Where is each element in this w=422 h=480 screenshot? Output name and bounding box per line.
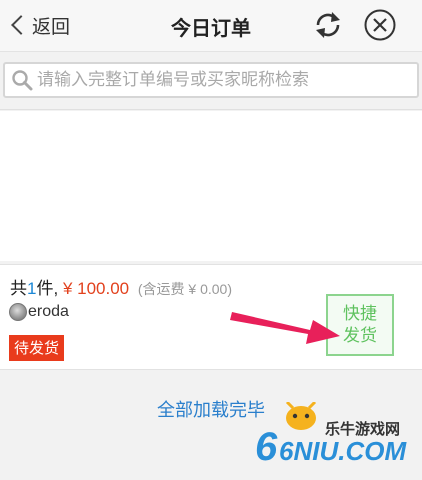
refresh-icon [316,12,340,38]
watermark-logo-icon: 6 6NIU.COM [255,402,407,469]
order-list-area [0,111,422,333]
buyer-name: eroda [28,303,69,320]
search-icon [12,70,33,91]
search-box[interactable] [3,62,419,98]
back-label: 返回 [32,16,71,38]
avatar [9,303,27,321]
search-input[interactable] [37,70,407,90]
quantity-prefix: 共 [10,279,27,298]
watermark-logo-text: 6NIU.COM [279,436,407,466]
close-circle-icon [364,9,396,41]
status-badge: 待发货 [9,335,65,361]
quick-ship-label-1: 快捷 [343,304,377,323]
shipping-fee: (含运费 ¥ 0.00) [137,281,232,297]
svg-text:6: 6 [255,425,278,469]
quick-ship-label-2: 发货 [343,326,377,345]
watermark-text: 乐牛游戏网 [325,421,401,438]
quick-ship-button[interactable]: 快捷 发货 [326,294,394,356]
refresh-button[interactable] [311,8,345,42]
buyer-info: eroda [9,303,69,321]
quantity-unit: 件, [36,279,59,298]
close-button[interactable] [363,8,397,42]
order-card[interactable]: 共1件, ¥ 100.00 (含运费 ¥ 0.00) eroda 待发货 快捷 … [0,264,422,370]
chevron-left-icon [11,15,31,35]
search-bar [0,52,422,110]
order-summary: 共1件, ¥ 100.00 (含运费 ¥ 0.00) [10,274,232,299]
back-button[interactable]: 返回 [8,10,70,40]
header-bar: 返回 今日订单 [0,0,422,52]
order-price: ¥ 100.00 [62,279,130,298]
